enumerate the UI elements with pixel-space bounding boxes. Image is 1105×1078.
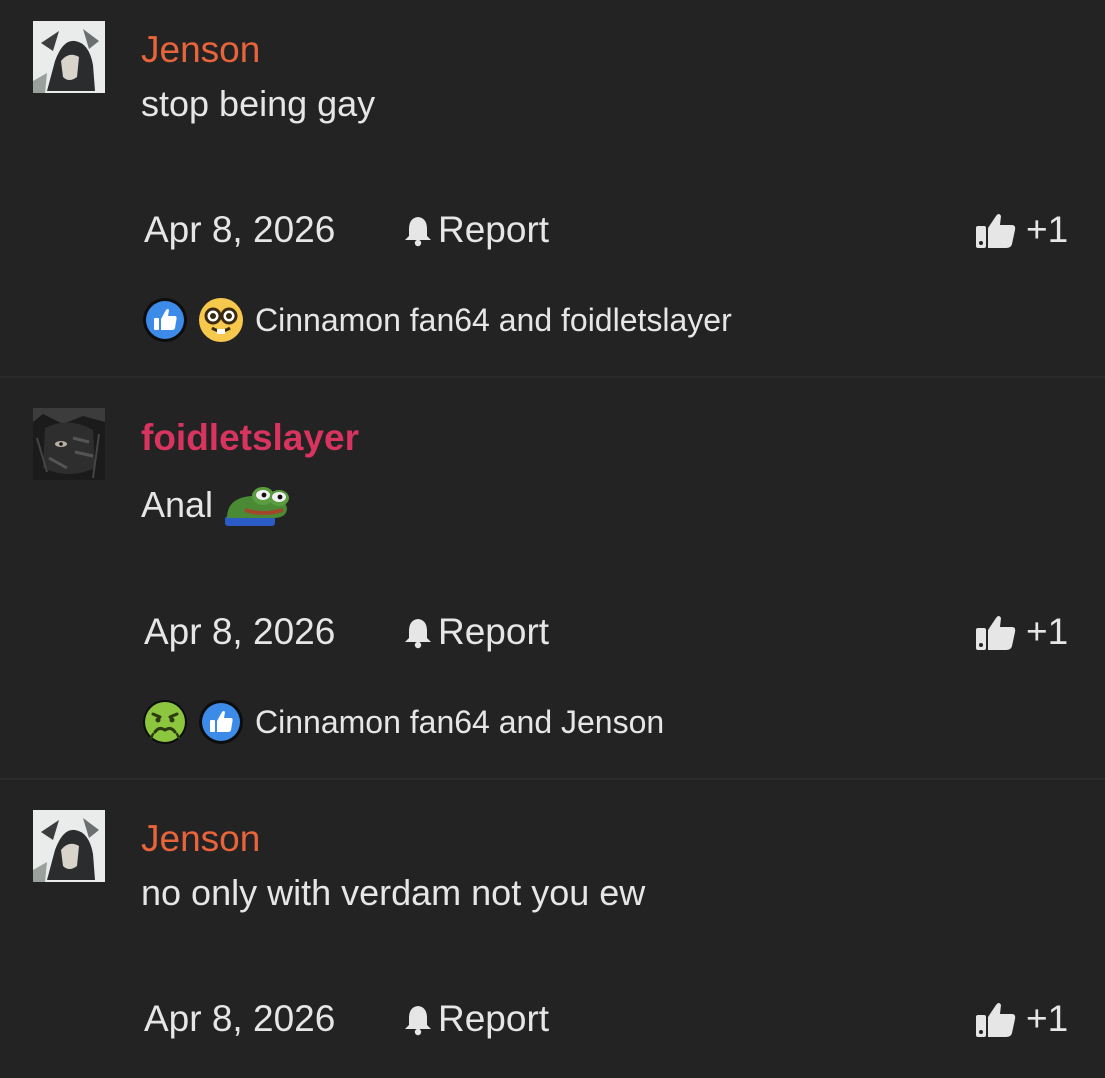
avatar[interactable] bbox=[33, 408, 105, 480]
comment: Jenson stop being gay Apr 8, 2026 Report bbox=[0, 0, 1105, 376]
report-label: Report bbox=[438, 998, 550, 1039]
username[interactable]: Jenson bbox=[141, 819, 260, 859]
bell-icon bbox=[400, 212, 436, 248]
thumbs-up-icon bbox=[974, 210, 1018, 250]
bell-icon bbox=[400, 1001, 436, 1037]
report-button[interactable]: Report bbox=[400, 999, 549, 1039]
bell-icon bbox=[400, 614, 436, 650]
report-button[interactable]: Report bbox=[400, 210, 549, 250]
comment-text: stop being gay bbox=[141, 84, 375, 124]
comment-text: Anal bbox=[141, 482, 291, 528]
pepe-frog-emote-icon bbox=[223, 482, 291, 528]
comment-message: stop being gay bbox=[141, 83, 376, 124]
like-button[interactable]: +1 bbox=[974, 612, 1068, 652]
reaction-users: Cinnamon fan64 and foidletslayer bbox=[255, 302, 732, 338]
report-button[interactable]: Report bbox=[400, 612, 549, 652]
comment-thread: Jenson stop being gay Apr 8, 2026 Report bbox=[0, 0, 1105, 1078]
thumbs-up-reaction-icon bbox=[197, 698, 245, 746]
reaction-summary[interactable]: Cinnamon fan64 and Jenson bbox=[141, 698, 664, 746]
avatar[interactable] bbox=[33, 810, 105, 882]
comment-date: Apr 8, 2026 bbox=[144, 611, 336, 652]
like-count: +1 bbox=[1026, 998, 1069, 1039]
comment-date: Apr 8, 2026 bbox=[144, 209, 336, 250]
username[interactable]: Jenson bbox=[141, 30, 260, 70]
username[interactable]: foidletslayer bbox=[141, 418, 359, 458]
comment: foidletslayer Anal Apr 8, 2026 Report +1… bbox=[0, 378, 1105, 778]
like-count: +1 bbox=[1026, 209, 1069, 250]
comment-date: Apr 8, 2026 bbox=[144, 998, 336, 1039]
reaction-users: Cinnamon fan64 and Jenson bbox=[255, 704, 665, 740]
report-label: Report bbox=[438, 209, 550, 250]
nauseated-face-reaction-icon bbox=[141, 698, 189, 746]
thumbs-up-icon bbox=[974, 612, 1018, 652]
thumbs-up-reaction-icon bbox=[141, 296, 189, 344]
comment-message: Anal bbox=[141, 484, 214, 525]
avatar[interactable] bbox=[33, 21, 105, 93]
comment-text: no only with verdam not you ew bbox=[141, 873, 645, 913]
reaction-summary[interactable]: Cinnamon fan64 and foidletslayer bbox=[141, 296, 732, 344]
like-button[interactable]: +1 bbox=[974, 999, 1068, 1039]
nerd-face-reaction-icon bbox=[197, 296, 245, 344]
like-button[interactable]: +1 bbox=[974, 210, 1068, 250]
report-label: Report bbox=[438, 611, 550, 652]
like-count: +1 bbox=[1026, 611, 1069, 652]
comment: Jenson no only with verdam not you ew Ap… bbox=[0, 780, 1105, 1078]
comment-message: no only with verdam not you ew bbox=[141, 872, 646, 913]
thumbs-up-icon bbox=[974, 999, 1018, 1039]
